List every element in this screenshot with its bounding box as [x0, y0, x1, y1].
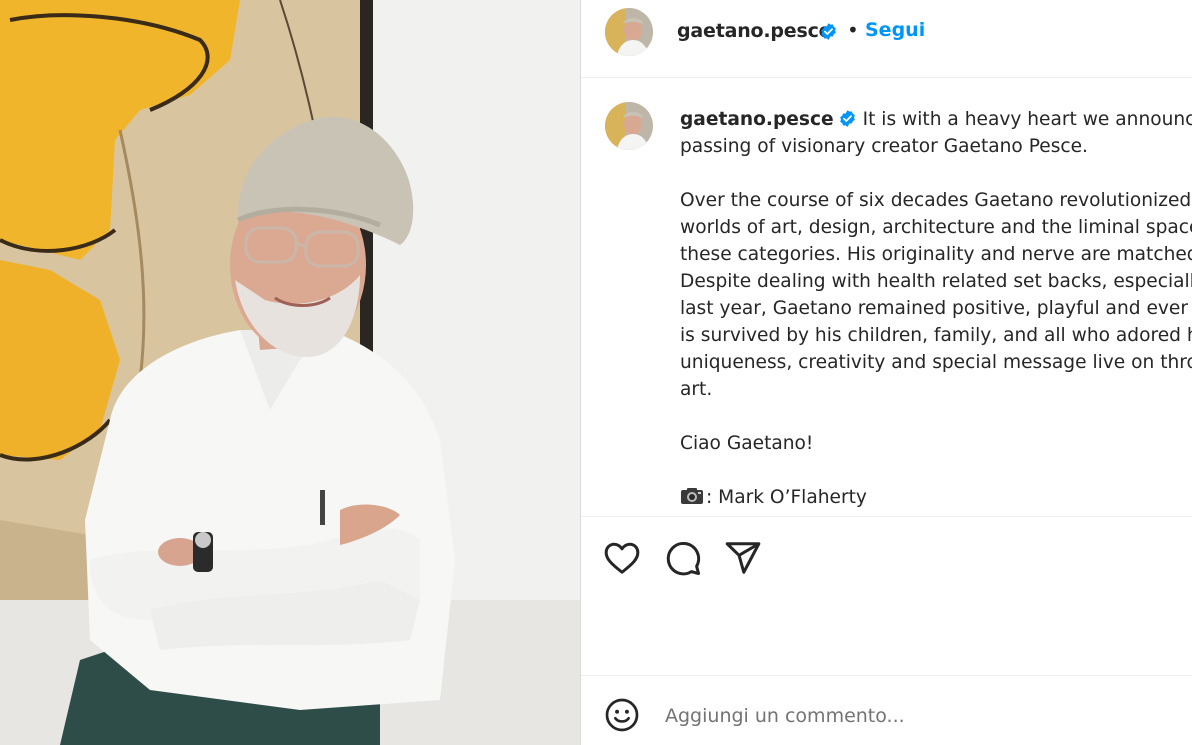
caption-line: uniqueness, creativity and special messa… — [680, 352, 1192, 373]
caption-line: Ciao Gaetano! — [680, 433, 814, 454]
caption-line: is survived by his children, family, and… — [680, 325, 1192, 346]
post-header: gaetano.pesce • Segui — [581, 0, 1192, 78]
caption-text: gaetano.pesce It is with a heavy heart we… — [680, 106, 1192, 511]
follow-button[interactable]: Segui — [865, 19, 925, 41]
verified-badge-icon — [839, 110, 855, 127]
profile-avatar[interactable] — [605, 8, 653, 56]
post-photo[interactable] — [0, 0, 580, 745]
post-author-username[interactable]: gaetano.pesce — [677, 20, 832, 42]
instagram-post-view: gaetano.pesce • Segui gaetano.pesce It i… — [0, 0, 1192, 745]
smiley-icon[interactable] — [604, 697, 640, 733]
comment-bubble-icon[interactable] — [664, 539, 702, 577]
header-separator: • — [847, 18, 859, 42]
caption-line-text: It is with a heavy heart we announce the — [862, 109, 1192, 130]
photo-credit-line: : Mark O’Flaherty — [680, 484, 1192, 511]
post-actions — [581, 516, 1192, 676]
camera-emoji-icon — [681, 488, 703, 504]
photo-credit-text: : Mark O’Flaherty — [706, 487, 867, 508]
caption-line: these categories. His originality and ne… — [680, 244, 1192, 265]
verified-badge-icon — [821, 23, 836, 40]
caption-line: worlds of art, design, architecture and … — [680, 217, 1192, 238]
caption-avatar-image — [605, 102, 653, 150]
caption-line: passing of visionary creator Gaetano Pes… — [680, 136, 1088, 157]
caption-line: gaetano.pesce It is with a heavy heart we… — [680, 106, 1192, 133]
avatar-image — [605, 8, 653, 56]
caption-section: gaetano.pesce It is with a heavy heart we… — [581, 78, 1192, 516]
caption-author-avatar[interactable] — [605, 102, 653, 150]
add-comment-bar — [581, 675, 1192, 745]
post-photo-illustration — [0, 0, 580, 745]
caption-username[interactable]: gaetano.pesce — [680, 109, 834, 130]
post-side-panel: gaetano.pesce • Segui gaetano.pesce It i… — [581, 0, 1192, 745]
caption-line: Despite dealing with health related set … — [680, 271, 1192, 292]
paper-plane-icon[interactable] — [724, 539, 762, 577]
caption-line: Over the course of six decades Gaetano r… — [680, 190, 1192, 211]
caption-line: last year, Gaetano remained positive, pl… — [680, 298, 1192, 319]
caption-line: art. — [680, 379, 713, 400]
heart-icon[interactable] — [603, 539, 641, 577]
comment-input[interactable] — [665, 698, 1165, 734]
